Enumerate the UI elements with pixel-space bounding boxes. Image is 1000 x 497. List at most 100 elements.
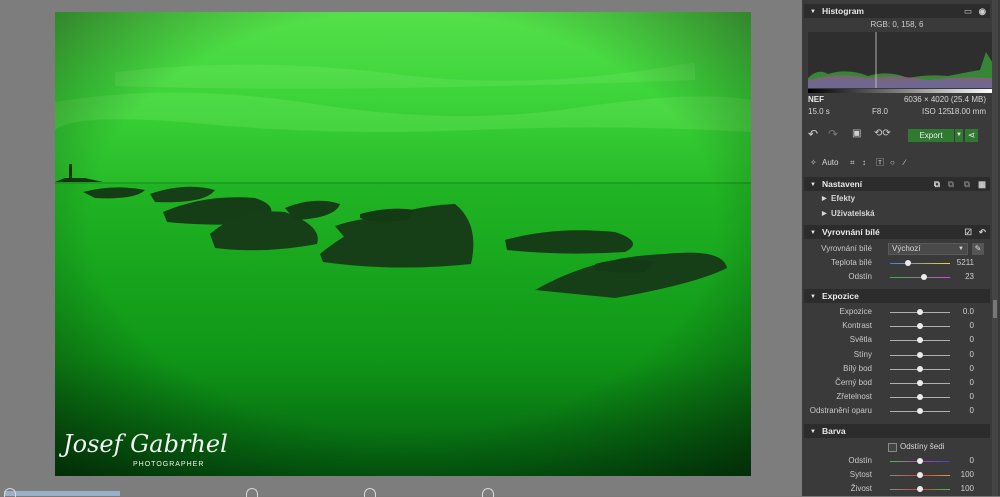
collapse-icon: ▼ bbox=[810, 182, 816, 188]
image-icon[interactable]: ▣ bbox=[852, 128, 861, 140]
slider-handle[interactable] bbox=[905, 260, 911, 266]
slider-label: Odstín bbox=[848, 456, 872, 465]
barva-title: Barva bbox=[821, 426, 846, 436]
photo-preview[interactable]: Josef Gabrhel PHOTOGRAPHER bbox=[55, 12, 751, 476]
slider-row: Černý bod 0 bbox=[804, 377, 990, 389]
paste-icon[interactable]: ⧉ bbox=[948, 177, 954, 191]
collapse-icon: ▼ bbox=[810, 230, 816, 236]
uzivatelska-item[interactable]: ▶ Uživatelská bbox=[804, 208, 990, 220]
slider-value[interactable]: 0 bbox=[970, 455, 974, 467]
slider-handle[interactable] bbox=[917, 394, 923, 401]
slider-handle[interactable] bbox=[917, 337, 923, 344]
copy-icon[interactable]: ⧉ bbox=[934, 177, 940, 191]
undo-icon[interactable]: ↶ bbox=[808, 128, 818, 140]
slider-row: Odstín 0 bbox=[804, 455, 990, 467]
nastaveni-header[interactable]: ▼ Nastavení ⧉ ⧉ ⧉ ▦ bbox=[804, 177, 990, 191]
histogram-graph bbox=[808, 32, 992, 88]
auto-button[interactable]: Auto bbox=[822, 157, 838, 169]
action-toolbar: ↶ ↷ ▣ ⟲⟳ Export ▼ ⋖ bbox=[804, 128, 990, 144]
slider-value[interactable]: 23 bbox=[965, 271, 974, 283]
histogram-header[interactable]: ▼ Histogram ▭ ◉ bbox=[804, 4, 990, 18]
slider-track[interactable] bbox=[890, 263, 950, 264]
slider-value[interactable]: 0 bbox=[970, 391, 974, 403]
collapse-icon: ▼ bbox=[810, 9, 816, 15]
efekty-item[interactable]: ▶ Efekty bbox=[804, 193, 990, 205]
seascape-photo: Josef Gabrhel PHOTOGRAPHER bbox=[55, 12, 751, 476]
panel-scrollbar[interactable] bbox=[992, 0, 998, 496]
slider-handle[interactable] bbox=[917, 486, 923, 492]
share-icon[interactable]: ⋖ bbox=[965, 129, 978, 142]
vyrovnani-title: Vyrovnání bílé bbox=[821, 227, 880, 237]
slider-value[interactable]: 0 bbox=[970, 377, 974, 389]
slider-handle[interactable] bbox=[917, 309, 923, 315]
brush-icon[interactable]: ∕ bbox=[904, 157, 905, 169]
tool-bar: ✧ Auto ⌗ ↕ 🅃 ○ ∕ bbox=[804, 157, 990, 171]
slider-row: Odstranění oparu 0 bbox=[804, 405, 990, 417]
slider-handle[interactable] bbox=[917, 323, 923, 330]
expozice-header[interactable]: ▼ Expozice bbox=[804, 289, 990, 303]
slider-handle[interactable] bbox=[917, 408, 923, 415]
paste-all-icon[interactable]: ⧉ bbox=[964, 177, 970, 191]
focal-length: 18.00 mm bbox=[950, 107, 986, 116]
slider-label: Odstranění oparu bbox=[809, 406, 872, 416]
slider-value[interactable]: 0 bbox=[970, 320, 974, 332]
camera-icon[interactable]: ▭ bbox=[964, 4, 972, 18]
slider-handle[interactable] bbox=[917, 380, 923, 386]
export-dropdown-icon[interactable]: ▼ bbox=[955, 129, 963, 142]
image-viewer: Josef Gabrhel PHOTOGRAPHER bbox=[0, 0, 802, 497]
slider-handle[interactable] bbox=[917, 351, 923, 358]
slider-value[interactable]: 0.0 bbox=[963, 306, 974, 318]
straighten-icon[interactable]: ↕ bbox=[862, 157, 866, 169]
save-icon[interactable]: ▦ bbox=[978, 177, 986, 191]
slider-handle[interactable] bbox=[917, 365, 923, 372]
slider-value[interactable]: 5211 bbox=[957, 257, 974, 269]
slider-handle[interactable] bbox=[917, 458, 923, 464]
enable-checkbox-icon[interactable]: ☑ bbox=[964, 225, 972, 239]
slider-track[interactable] bbox=[890, 277, 950, 278]
shutter-speed: 15.0 s bbox=[808, 107, 830, 116]
wb-preset-label: Vyrovnání bílé bbox=[821, 244, 872, 253]
filmstrip bbox=[0, 486, 802, 497]
grayscale-label: Odstíny šedi bbox=[900, 442, 945, 451]
slider-value[interactable]: 0 bbox=[970, 405, 974, 417]
magic-wand-icon[interactable]: ✧ bbox=[810, 157, 817, 169]
eyedropper-icon[interactable]: ✎ bbox=[972, 243, 984, 255]
slider-row: Teplota bílé 5211 bbox=[804, 257, 990, 269]
barva-header[interactable]: ▼ Barva bbox=[804, 424, 990, 438]
slider-label: Živost bbox=[850, 484, 872, 493]
slider-value[interactable]: 0 bbox=[970, 363, 974, 375]
grayscale-row: Odstíny šedi bbox=[804, 441, 990, 453]
slider-label: Sytost bbox=[849, 470, 872, 479]
grayscale-checkbox[interactable] bbox=[888, 443, 897, 452]
toggle-icon[interactable]: ◉ bbox=[979, 4, 986, 18]
slider-label: Stíny bbox=[853, 349, 872, 359]
iso: ISO 125 bbox=[922, 107, 952, 116]
slider-value[interactable]: 100 bbox=[961, 483, 974, 495]
watermark-subtext: PHOTOGRAPHER bbox=[133, 461, 204, 468]
slider-row: Živost 100 bbox=[804, 483, 990, 495]
slider-label: Černý bod bbox=[835, 378, 872, 387]
nastaveni-title: Nastavení bbox=[821, 179, 863, 189]
vyrovnani-header[interactable]: ▼ Vyrovnání bílé ☑ ↶ bbox=[804, 225, 990, 239]
slider-label: Odstín bbox=[848, 272, 872, 281]
slider-value[interactable]: 0 bbox=[970, 334, 974, 346]
slider-handle[interactable] bbox=[921, 274, 928, 280]
rotate-icon[interactable]: ⟲⟳ bbox=[874, 128, 891, 140]
slider-value[interactable]: 0 bbox=[970, 349, 974, 361]
slider-value[interactable]: 100 bbox=[961, 469, 974, 481]
reset-icon[interactable]: ↶ bbox=[979, 225, 986, 239]
wb-preset-value: Výchozí bbox=[892, 244, 921, 253]
filmstrip-selected[interactable] bbox=[4, 491, 120, 496]
redo-icon[interactable]: ↷ bbox=[828, 128, 838, 140]
watermark-text: Josef Gabrhel bbox=[58, 430, 228, 458]
circle-icon[interactable]: ○ bbox=[890, 157, 895, 169]
crop-icon[interactable]: ⌗ bbox=[850, 157, 855, 169]
slider-row: Bílý bod 0 bbox=[804, 363, 990, 375]
histogram-scale bbox=[808, 89, 992, 93]
wb-preset-select[interactable]: Výchozí ▼ bbox=[888, 243, 968, 255]
right-panel: ▼ Histogram ▭ ◉ RGB: 0, 158, 6 NEF 6036 ×… bbox=[802, 0, 1000, 496]
scrollbar-thumb[interactable] bbox=[993, 300, 997, 318]
export-button[interactable]: Export bbox=[908, 129, 954, 142]
text-icon[interactable]: 🅃 bbox=[876, 157, 884, 169]
slider-handle[interactable] bbox=[917, 472, 923, 478]
